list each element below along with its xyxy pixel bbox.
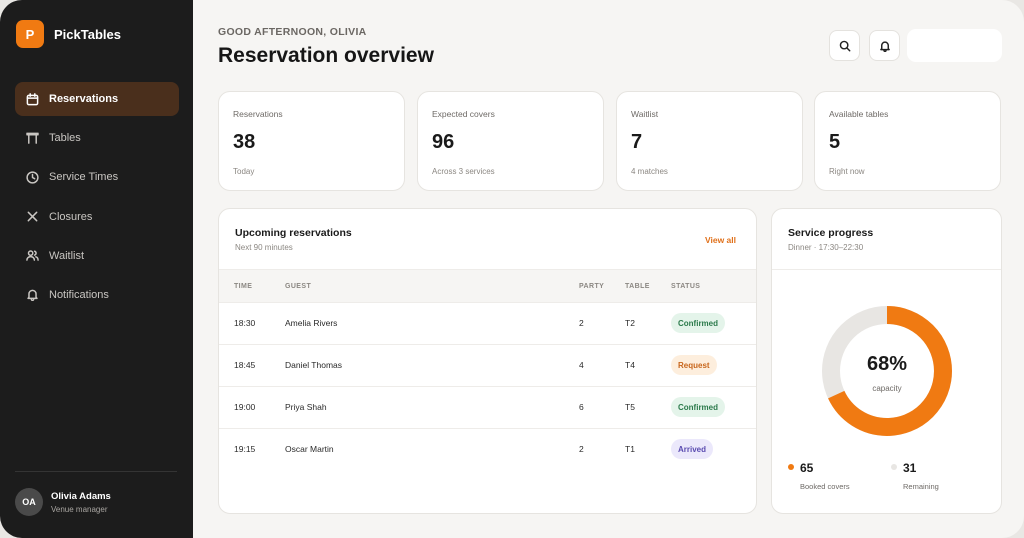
stat-value: 5 <box>829 131 841 153</box>
legend-dot-booked <box>788 464 794 470</box>
stat-label: Expected covers <box>432 109 495 119</box>
table-row[interactable]: 19:00 Priya Shah 6 T5 Confirmed <box>219 387 756 429</box>
column-header-party[interactable]: PARTY <box>579 283 604 290</box>
cell-time: 19:00 <box>234 402 256 412</box>
stat-card-waitlist[interactable]: Waitlist 7 4 matches <box>616 91 803 191</box>
sidebar-item-waitlist[interactable]: Waitlist <box>15 239 179 273</box>
view-all-link[interactable]: View all <box>705 235 736 245</box>
page-title: Reservation overview <box>218 44 434 67</box>
cell-table: T1 <box>625 444 635 454</box>
capacity-caption: capacity <box>872 384 902 393</box>
cell-party: 2 <box>579 444 584 454</box>
brand-logo: P <box>16 20 44 48</box>
column-header-time[interactable]: TIME <box>234 283 252 290</box>
capacity-donut: 68% capacity <box>821 305 953 437</box>
app-window: P PickTables Reservations Tables Service… <box>0 0 1024 538</box>
notifications-button[interactable] <box>869 30 900 61</box>
stat-card-available-tables[interactable]: Available tables 5 Right now <box>814 91 1001 191</box>
status-badge: Request <box>671 355 717 375</box>
stat-sub: Today <box>233 167 255 176</box>
status-badge: Arrived <box>671 439 714 459</box>
panel-title: Service progress <box>788 227 874 239</box>
legend-dot-remaining <box>891 464 897 470</box>
stat-label: Waitlist <box>631 109 659 119</box>
cell-guest: Priya Shah <box>285 402 327 412</box>
service-progress-panel: Service progress Dinner · 17:30–22:30 68… <box>771 208 1002 514</box>
cell-table: T5 <box>625 402 635 412</box>
sidebar-item-notifications[interactable]: Notifications <box>15 278 179 312</box>
booked-covers-label: Booked covers <box>800 482 850 491</box>
stat-sub: Across 3 services <box>432 167 495 176</box>
remaining-value: 31 <box>903 461 917 475</box>
brand[interactable]: P PickTables <box>16 20 121 48</box>
cell-guest: Daniel Thomas <box>285 360 343 370</box>
cell-party: 4 <box>579 360 584 370</box>
table-row[interactable]: 18:30 Amelia Rivers 2 T2 Confirmed <box>219 303 756 345</box>
users-icon <box>26 249 39 262</box>
stat-value: 7 <box>631 131 643 153</box>
stat-value: 38 <box>233 131 256 153</box>
avatar: OA <box>15 488 43 516</box>
column-header-status[interactable]: STATUS <box>671 283 700 290</box>
sidebar: P PickTables Reservations Tables Service… <box>0 0 193 538</box>
cell-guest: Amelia Rivers <box>285 318 338 328</box>
panel-subtitle: Dinner · 17:30–22:30 <box>788 243 864 252</box>
table-icon <box>26 132 39 145</box>
table-header: TIME GUEST PARTY TABLE STATUS <box>219 269 756 303</box>
stat-card-reservations[interactable]: Reservations 38 Today <box>218 91 405 191</box>
search-icon <box>839 40 851 52</box>
sidebar-item-label: Service Times <box>49 171 119 184</box>
sidebar-item-label: Notifications <box>49 288 109 301</box>
column-header-table[interactable]: TABLE <box>625 283 650 290</box>
user-name: Olivia Adams <box>51 490 111 502</box>
cell-table: T2 <box>625 318 635 328</box>
sidebar-item-label: Tables <box>49 132 81 145</box>
cell-party: 6 <box>579 402 584 412</box>
cell-time: 18:45 <box>234 360 256 370</box>
user-profile[interactable]: OA Olivia Adams Venue manager <box>15 488 111 516</box>
status-badge: Confirmed <box>671 313 725 333</box>
stat-sub: 4 matches <box>631 167 668 176</box>
panel-subtitle: Next 90 minutes <box>235 243 293 252</box>
cell-party: 2 <box>579 318 584 328</box>
status-badge: Confirmed <box>671 397 725 417</box>
greeting: GOOD AFTERNOON, OLIVIA <box>218 26 367 38</box>
cell-time: 19:15 <box>234 444 256 454</box>
sidebar-item-service-times[interactable]: Service Times <box>15 160 179 194</box>
sidebar-item-tables[interactable]: Tables <box>15 121 179 155</box>
header-action-box[interactable] <box>907 29 1002 62</box>
stat-value: 96 <box>432 131 455 153</box>
panel-title: Upcoming reservations <box>235 227 352 239</box>
booked-covers-value: 65 <box>800 461 814 475</box>
remaining-label: Remaining <box>903 482 939 491</box>
bell-icon <box>26 288 39 302</box>
sidebar-nav: Reservations Tables Service Times Closur… <box>15 82 179 317</box>
table-row[interactable]: 18:45 Daniel Thomas 4 T4 Request <box>219 345 756 387</box>
clock-icon <box>26 171 39 184</box>
calendar-icon <box>26 92 39 106</box>
panel-divider <box>772 269 1001 270</box>
cell-table: T4 <box>625 360 635 370</box>
stat-sub: Right now <box>829 167 865 176</box>
search-button[interactable] <box>829 30 860 61</box>
column-header-guest[interactable]: GUEST <box>285 283 311 290</box>
sidebar-divider <box>15 471 177 472</box>
stat-card-expected-covers[interactable]: Expected covers 96 Across 3 services <box>417 91 604 191</box>
stat-label: Available tables <box>829 109 889 119</box>
stat-label: Reservations <box>233 109 283 119</box>
user-role: Venue manager <box>51 504 108 514</box>
capacity-percent: 68% <box>866 353 908 375</box>
sidebar-item-label: Waitlist <box>49 249 85 262</box>
cell-time: 18:30 <box>234 318 256 328</box>
upcoming-reservations-panel: Upcoming reservations Next 90 minutes Vi… <box>218 208 757 514</box>
cell-guest: Oscar Martin <box>285 444 334 454</box>
table-row[interactable]: 19:15 Oscar Martin 2 T1 Arrived <box>219 429 756 471</box>
sidebar-item-reservations[interactable]: Reservations <box>15 82 179 116</box>
sidebar-item-closures[interactable]: Closures <box>15 200 179 234</box>
bell-icon <box>879 40 891 52</box>
sidebar-item-label: Reservations <box>49 93 119 105</box>
close-icon <box>26 210 39 223</box>
brand-name: PickTables <box>54 26 121 42</box>
sidebar-item-label: Closures <box>49 210 93 223</box>
